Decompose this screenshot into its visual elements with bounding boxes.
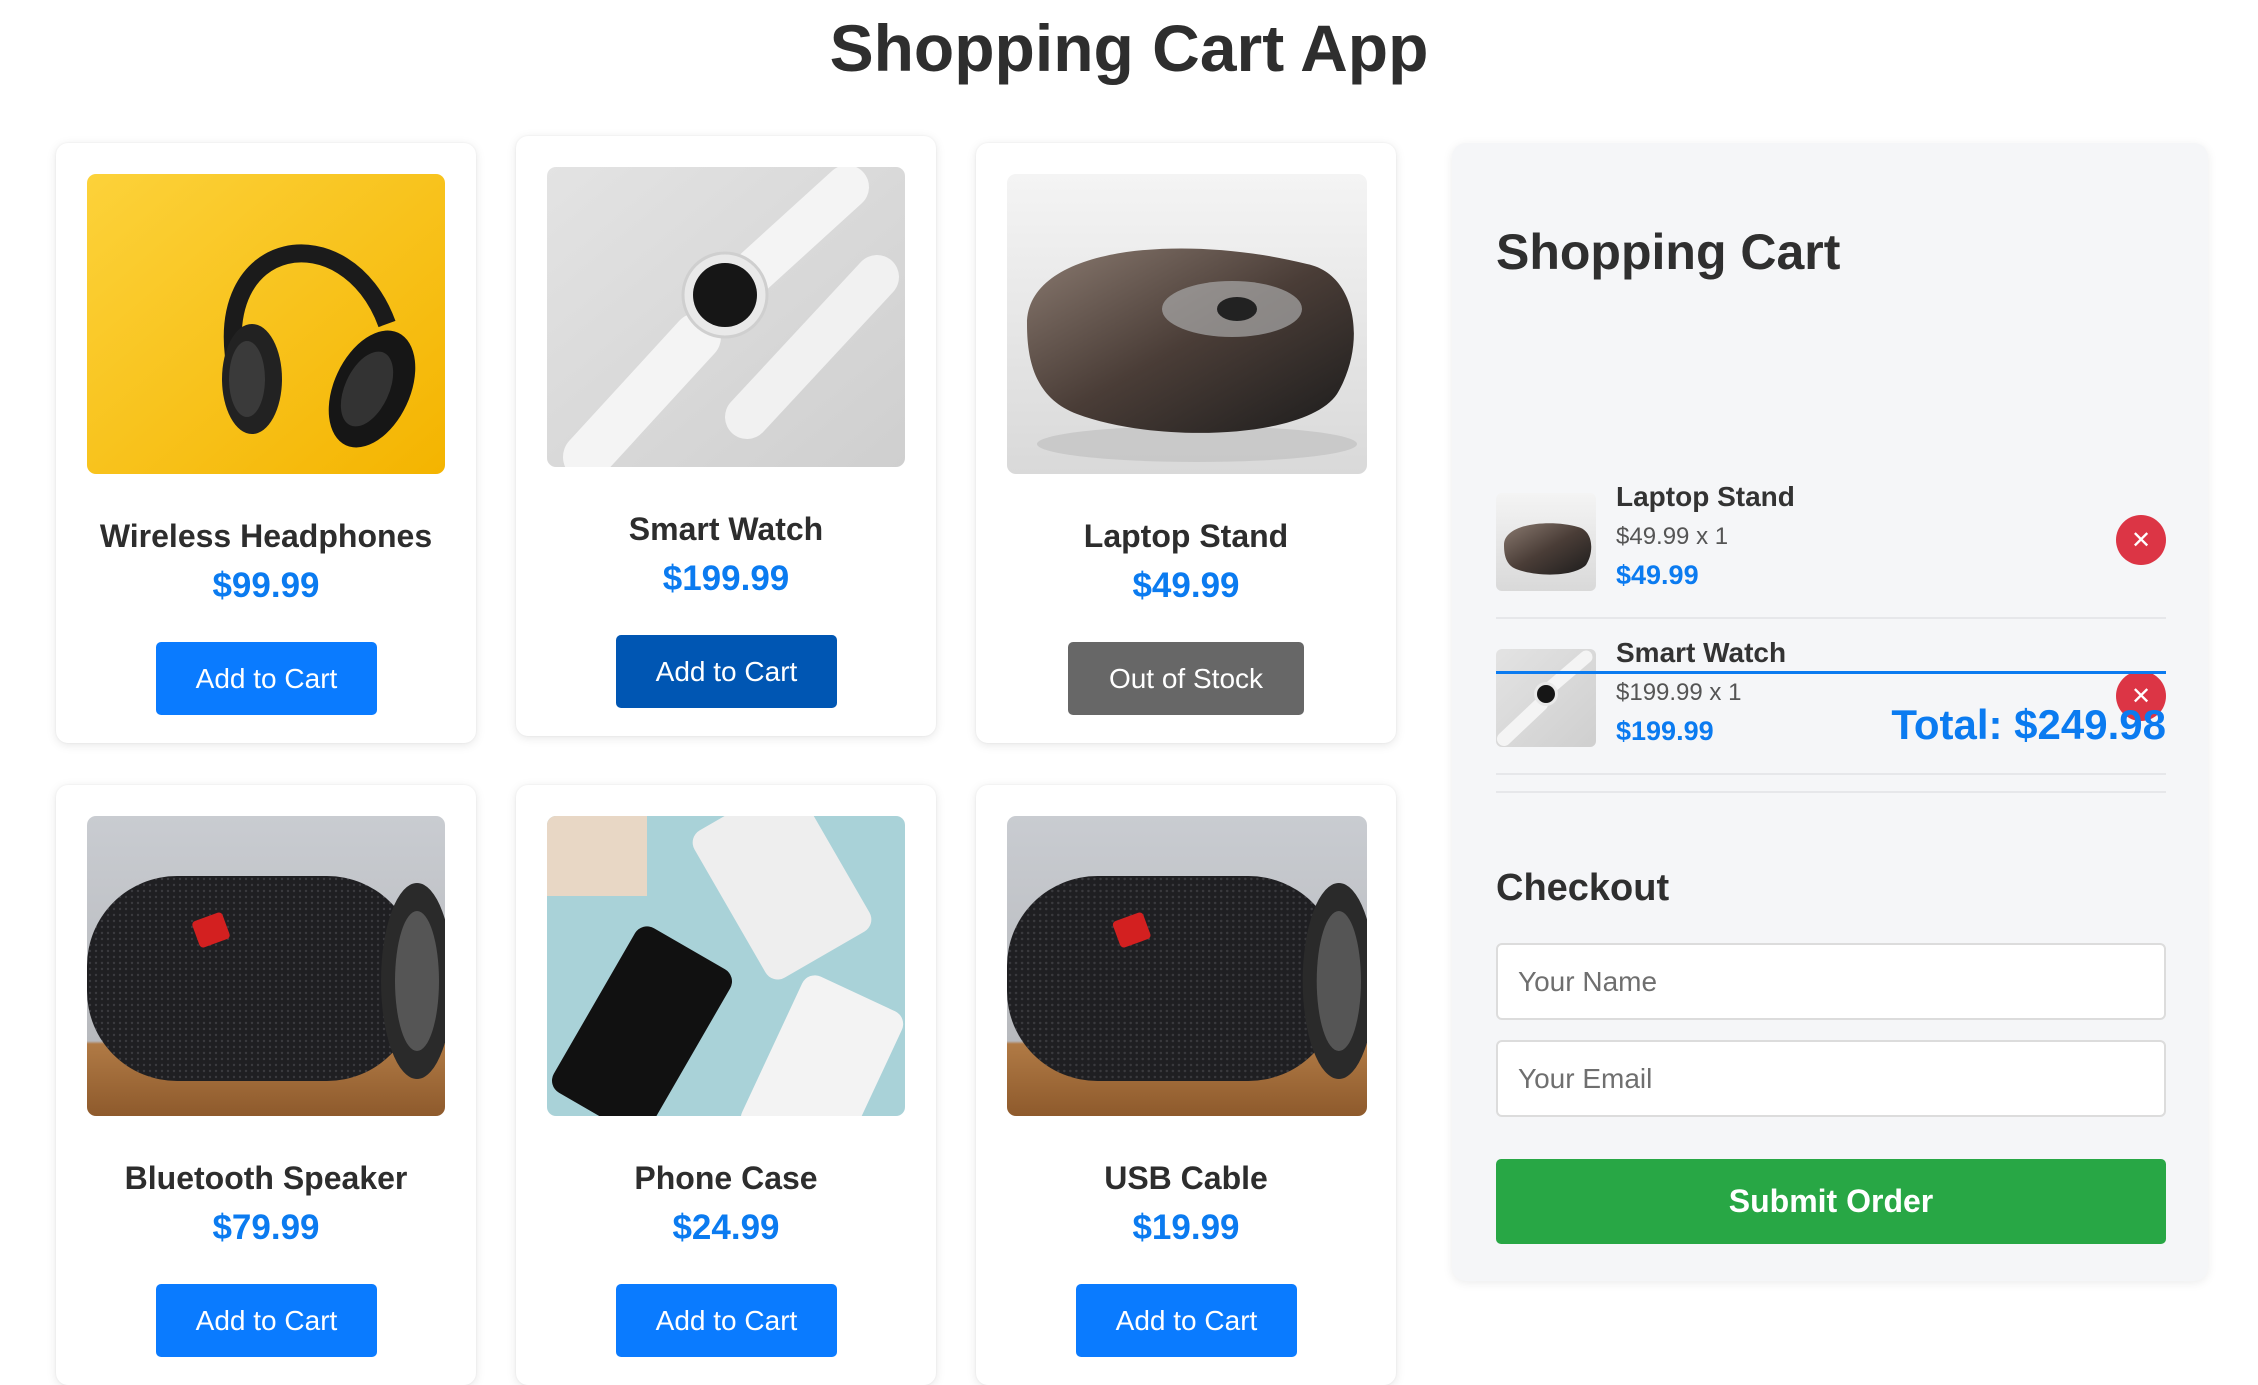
out-of-stock-button[interactable]: Out of Stock: [1068, 642, 1304, 715]
product-price: $49.99: [1132, 566, 1240, 605]
product-price: $24.99: [672, 1208, 780, 1247]
cart-title: Shopping Cart: [1496, 224, 1841, 280]
page-title: Shopping Cart App: [829, 11, 1429, 85]
cart-item-image: [1496, 493, 1596, 591]
cart-item-subtotal: $49.99: [1616, 560, 1699, 590]
submit-order-button[interactable]: Submit Order: [1496, 1159, 2166, 1244]
cart-item: Smart Watch $199.99 x 1 $199.99 ✕: [1496, 619, 2166, 775]
product-price: $199.99: [662, 559, 790, 598]
product-name: Laptop Stand: [1083, 518, 1289, 554]
cart-item-name: Laptop Stand: [1616, 481, 1795, 512]
total-divider-line: [1496, 671, 2166, 674]
product-card: USB Cable $19.99 Add to Cart: [976, 785, 1396, 1385]
product-image-bluetooth-speaker: [87, 816, 445, 1116]
add-to-cart-button[interactable]: Add to Cart: [1076, 1284, 1297, 1357]
add-to-cart-button[interactable]: Add to Cart: [616, 635, 837, 708]
product-price: $79.99: [212, 1208, 320, 1247]
email-field[interactable]: [1496, 1040, 2166, 1117]
remove-item-button[interactable]: ✕: [2116, 515, 2166, 565]
product-image-headphones: [87, 174, 445, 474]
product-image-usb-cable: [1007, 816, 1367, 1116]
cart-item: Laptop Stand $49.99 x 1 $49.99 ✕: [1496, 463, 2166, 619]
product-price: $19.99: [1132, 1208, 1240, 1247]
name-field[interactable]: [1496, 943, 2166, 1020]
product-name: Phone Case: [634, 1160, 818, 1196]
cart-panel: Shopping Cart Laptop Stand $49.99 x 1 $4…: [1452, 143, 2208, 1281]
product-name: USB Cable: [1104, 1160, 1268, 1196]
add-to-cart-button[interactable]: Add to Cart: [156, 1284, 377, 1357]
product-image-phone-case: [547, 816, 905, 1116]
cart-item-name: Smart Watch: [1616, 637, 1787, 668]
product-image-laptop-stand: [1007, 174, 1367, 474]
product-price: $99.99: [212, 566, 320, 605]
section-divider: [1496, 791, 2166, 793]
cart-item-qty: $49.99 x 1: [1616, 523, 1729, 550]
product-name: Wireless Headphones: [99, 518, 433, 554]
cart-total: Total: $249.98: [1891, 701, 2166, 748]
product-card: Laptop Stand $49.99 Out of Stock: [976, 143, 1396, 743]
product-card: Bluetooth Speaker $79.99 Add to Cart: [56, 785, 476, 1385]
add-to-cart-button[interactable]: Add to Cart: [156, 642, 377, 715]
product-name: Smart Watch: [628, 511, 824, 547]
add-to-cart-button[interactable]: Add to Cart: [616, 1284, 837, 1357]
product-card: Smart Watch $199.99 Add to Cart: [516, 136, 936, 736]
checkout-title: Checkout: [1496, 867, 1670, 909]
product-card: Wireless Headphones $99.99 Add to Cart: [56, 143, 476, 743]
product-card: Phone Case $24.99 Add to Cart: [516, 785, 936, 1385]
product-name: Bluetooth Speaker: [124, 1160, 408, 1196]
product-image-smartwatch: [547, 167, 905, 467]
